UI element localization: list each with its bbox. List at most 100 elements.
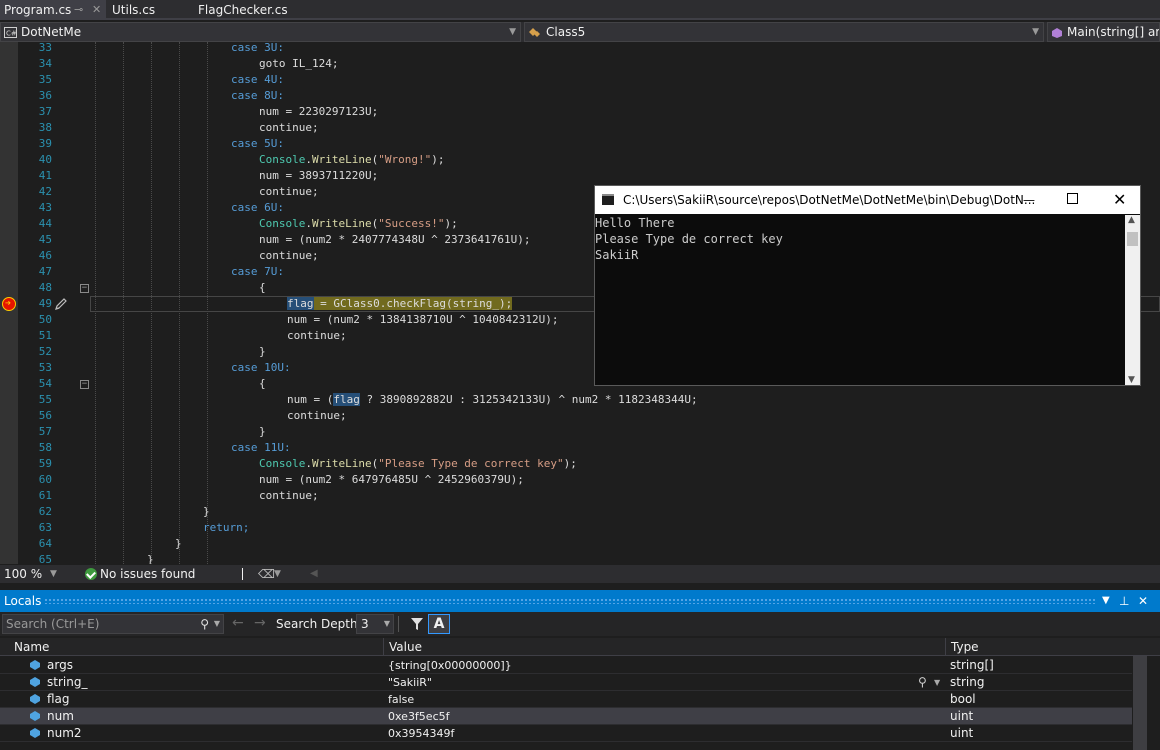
chevron-down-icon[interactable]: ▼ xyxy=(274,565,281,583)
code-text: case 4U: xyxy=(231,73,284,86)
row-value[interactable]: "SakiiR" xyxy=(388,674,432,691)
row-value[interactable]: {string[0x00000000]} xyxy=(388,657,512,674)
locals-row[interactable]: flag false bool xyxy=(0,691,1132,708)
view-string-icon[interactable]: A xyxy=(428,614,450,634)
code-line: 36 case 8U: xyxy=(0,88,1160,104)
locals-grid-header: Name Value Type xyxy=(0,638,1160,656)
edit-and-continue-icon[interactable] xyxy=(54,297,68,311)
line-number: 63 xyxy=(38,521,52,534)
locals-row[interactable]: string_ "SakiiR" ⚲ ▼ string xyxy=(0,674,1132,691)
search-depth-dropdown[interactable]: 3 ▼ xyxy=(356,614,394,634)
code-line: 57} xyxy=(0,424,1160,440)
locals-row-selected[interactable]: num 0xe3f5ec5f uint xyxy=(0,708,1132,725)
project-dropdown[interactable]: C# DotNetMe ▼ xyxy=(0,22,521,42)
close-icon[interactable]: ✕ xyxy=(1113,186,1126,214)
dropdown-icon[interactable]: ▼ xyxy=(1102,590,1110,612)
row-name: args xyxy=(47,658,73,672)
locals-scrollbar[interactable] xyxy=(1133,656,1147,750)
line-number: 52 xyxy=(38,345,52,358)
class-dropdown[interactable]: Class5 ▼ xyxy=(524,22,1044,42)
code-text: WriteLine xyxy=(311,457,372,470)
row-type: string xyxy=(950,675,985,689)
code-text: case 5U: xyxy=(231,137,284,150)
breakpoint-current-arrow-icon[interactable]: ➔ xyxy=(2,297,16,311)
close-icon[interactable]: ✕ xyxy=(92,0,101,20)
chevron-down-icon[interactable]: ▼ xyxy=(50,565,57,583)
line-number: 38 xyxy=(38,121,52,134)
line-number: 33 xyxy=(38,42,52,54)
pin-icon[interactable]: ⊸ xyxy=(74,0,83,20)
issues-status[interactable]: No issues found xyxy=(100,565,195,583)
zoom-level[interactable]: 100 % xyxy=(4,565,42,583)
line-number: 54 xyxy=(38,377,52,390)
code-line: 62} xyxy=(0,504,1160,520)
back-arrow-icon[interactable]: ← xyxy=(232,615,244,631)
collapse-toggle[interactable]: − xyxy=(80,380,89,389)
brush-icon[interactable]: ⌫ xyxy=(258,565,275,583)
code-text: Console xyxy=(259,217,306,230)
code-text: ); xyxy=(431,153,445,166)
search-icon[interactable]: ⚲ xyxy=(200,615,209,633)
row-value[interactable]: 0xe3f5ec5f xyxy=(388,708,450,725)
row-value[interactable]: false xyxy=(388,691,414,708)
code-line: 61 continue; xyxy=(0,488,1160,504)
column-separator[interactable] xyxy=(945,638,946,656)
column-header-value[interactable]: Value xyxy=(389,638,422,656)
line-number: 62 xyxy=(38,505,52,518)
code-line: 34 goto IL_124; xyxy=(0,56,1160,72)
console-scrollbar[interactable]: ▲ ▼ xyxy=(1125,215,1140,385)
code-text: num = 2230297123U; xyxy=(259,105,379,118)
code-text: Console xyxy=(259,457,306,470)
code-text: "Please Type de correct key" xyxy=(378,457,564,470)
scroll-thumb[interactable] xyxy=(1127,232,1138,246)
forward-arrow-icon[interactable]: → xyxy=(254,615,266,631)
minimize-icon[interactable]: — xyxy=(1023,186,1035,214)
pin-icon[interactable]: ⊥ xyxy=(1119,590,1129,612)
code-text: { xyxy=(259,281,266,294)
console-window[interactable]: C:\Users\SakiiR\source\repos\DotNetMe\Do… xyxy=(594,185,1141,386)
code-text: continue; xyxy=(287,409,347,422)
document-tab-bar: Program.cs ⊸ ✕ Utils.cs FlagChecker.cs xyxy=(0,0,1160,20)
filter-icon[interactable] xyxy=(410,617,424,631)
tab-flagchecker-cs[interactable]: FlagChecker.cs xyxy=(194,0,304,20)
member-dropdown[interactable]: Main(string[] args) xyxy=(1047,22,1160,42)
row-type: uint xyxy=(950,709,974,723)
locals-title-bar[interactable]: Locals ▼ ⊥ ✕ xyxy=(0,590,1160,612)
collapse-toggle[interactable]: − xyxy=(80,284,89,293)
magnifier-icon[interactable]: ⚲ xyxy=(918,674,927,691)
code-text: case 8U: xyxy=(231,89,284,102)
tab-program-cs[interactable]: Program.cs ⊸ ✕ xyxy=(0,0,106,20)
locals-search-input[interactable]: Search (Ctrl+E) ⚲ ▼ xyxy=(2,614,224,634)
line-number: 55 xyxy=(38,393,52,406)
code-line: 63 return; xyxy=(0,520,1160,536)
code-text: Console xyxy=(259,153,306,166)
code-line: 60 num = (num2 * 647976485U ^ 2452960379U… xyxy=(0,472,1160,488)
method-icon xyxy=(1052,28,1062,38)
column-separator[interactable] xyxy=(383,638,384,656)
locals-row[interactable]: num2 0x3954349f uint xyxy=(0,725,1132,742)
row-name: num2 xyxy=(47,726,82,740)
scroll-left-icon[interactable]: ◀ xyxy=(310,565,318,583)
tab-utils-cs[interactable]: Utils.cs xyxy=(108,0,188,20)
close-icon[interactable]: ✕ xyxy=(1138,590,1148,612)
editor-status-strip: 100 % ▼ No issues found ⌫ ▼ ◀ xyxy=(0,565,1160,583)
code-line: 64} xyxy=(0,536,1160,552)
code-text: } xyxy=(147,553,154,564)
column-header-type[interactable]: Type xyxy=(951,638,979,656)
class-icon xyxy=(529,28,540,37)
variable-icon xyxy=(30,677,40,687)
scroll-up-icon[interactable]: ▲ xyxy=(1128,215,1135,225)
console-output: Hello There Please Type de correct key S… xyxy=(595,215,1125,385)
locals-row[interactable]: args {string[0x00000000]} string[] xyxy=(0,657,1132,674)
chevron-down-icon[interactable]: ▼ xyxy=(214,615,220,633)
scroll-down-icon[interactable]: ▼ xyxy=(1128,375,1135,385)
project-name: DotNetMe xyxy=(21,25,82,39)
console-title-bar[interactable]: C:\Users\SakiiR\source\repos\DotNetMe\Do… xyxy=(595,186,1140,214)
maximize-icon[interactable] xyxy=(1067,193,1078,204)
code-text: ? 3890892882U : 3125342133U) ^ num2 * 11… xyxy=(359,393,698,406)
line-number: 65 xyxy=(38,553,52,564)
chevron-down-icon[interactable]: ▼ xyxy=(934,674,940,691)
row-value[interactable]: 0x3954349f xyxy=(388,725,454,742)
line-number: 39 xyxy=(38,137,52,150)
column-header-name[interactable]: Name xyxy=(14,638,49,656)
